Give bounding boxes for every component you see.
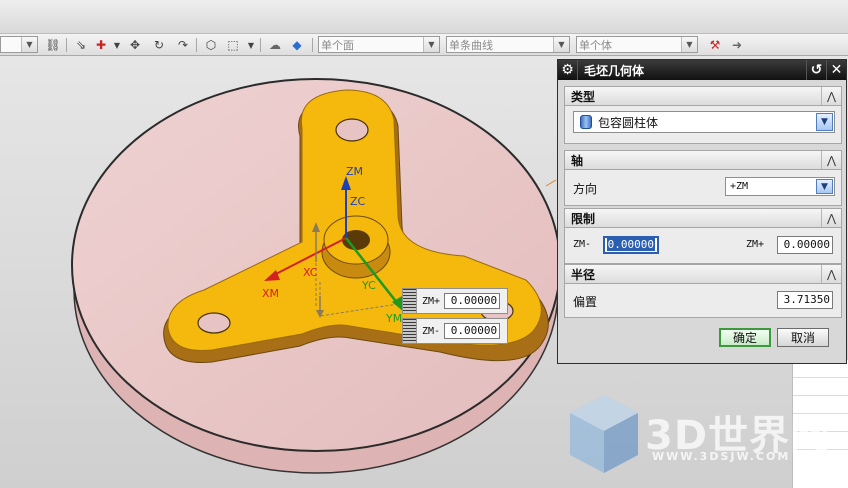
collapse-icon[interactable]: ⋀: [821, 265, 841, 283]
handle-grip[interactable]: [403, 319, 417, 343]
collapse-icon[interactable]: ⋀: [821, 151, 841, 169]
offset-label: 偏置: [573, 295, 598, 309]
rotate-icon[interactable]: ↻: [150, 36, 168, 54]
filter-combo-left[interactable]: ▼: [0, 36, 38, 53]
ym-axis-label: YM: [385, 312, 402, 325]
chevron-down-icon: ▼: [21, 37, 37, 52]
zm-minus-input[interactable]: 0.00000: [603, 236, 659, 254]
zm-minus-label: ZM-: [573, 239, 592, 250]
handle-label: ZM+: [422, 295, 441, 307]
zm-minus-handle[interactable]: ZM- 0.00000: [402, 318, 508, 344]
dialog-title: 毛坯几何体: [584, 63, 645, 78]
zm-plus-input[interactable]: 0.00000: [777, 236, 833, 254]
arrow-right-icon[interactable]: ➜: [728, 36, 746, 54]
radius-section-header[interactable]: 半径 ⋀: [564, 264, 842, 284]
chevron-down-icon: ▼: [553, 37, 569, 52]
handle-grip[interactable]: [403, 289, 417, 313]
rectangle-select-icon[interactable]: ⬚: [224, 36, 242, 54]
solid-cube-icon[interactable]: ◆: [288, 36, 306, 54]
chevron-down-icon[interactable]: ▼: [112, 36, 122, 54]
zc-axis-label: ZC: [350, 195, 366, 208]
close-icon[interactable]: ✕: [826, 60, 846, 80]
watermark-url: WWW.3DSJW.COM: [652, 450, 791, 463]
yc-axis-label: YC: [361, 279, 376, 292]
orange-edge-mark: [545, 179, 557, 187]
offset-input[interactable]: 3.71350: [777, 291, 833, 309]
direction-dropdown[interactable]: +ZM ▼: [725, 177, 835, 196]
zm-minus-handle-input[interactable]: 0.00000: [444, 323, 501, 339]
section-title: 轴: [571, 153, 584, 168]
type-section-header[interactable]: 类型 ⋀: [564, 86, 842, 106]
toolbar-separator: [312, 38, 313, 52]
axis-section: 轴 ⋀ 方向 +ZM ▼: [564, 150, 842, 206]
handle-label: ZM-: [422, 325, 441, 337]
zm-plus-label: ZM+: [746, 239, 765, 250]
section-title: 限制: [571, 211, 596, 226]
zm-plus-handle-input[interactable]: 0.00000: [444, 293, 501, 309]
curve-filter-combo[interactable]: 单条曲线 ▼: [446, 36, 570, 53]
collapse-icon[interactable]: ⋀: [821, 87, 841, 105]
shaded-body-icon[interactable]: ☁: [266, 36, 284, 54]
type-dropdown-value: 包容圆柱体: [598, 115, 659, 130]
axis-section-header[interactable]: 轴 ⋀: [564, 150, 842, 170]
chevron-down-icon: ▼: [816, 113, 833, 131]
face-filter-combo[interactable]: 单个面 ▼: [318, 36, 440, 53]
zm-plus-handle[interactable]: ZM+ 0.00000: [402, 288, 508, 314]
reset-icon[interactable]: ↺: [806, 60, 826, 80]
chevron-down-icon: ▼: [681, 37, 697, 52]
toolbar-separator: [260, 38, 261, 52]
part-hole-top: [335, 118, 369, 142]
toolbar-separator: [196, 38, 197, 52]
collapse-icon[interactable]: ⋀: [821, 209, 841, 227]
xc-axis-label: XC: [303, 266, 318, 279]
zm-axis-label: ZM: [346, 165, 363, 178]
direction-label: 方向: [573, 182, 598, 196]
dialog-title-bar[interactable]: ⚙ 毛坯几何体 ↺ ✕: [558, 60, 846, 80]
cylinder-icon: [580, 115, 592, 129]
chevron-down-icon: ▼: [816, 179, 833, 194]
type-dropdown[interactable]: 包容圆柱体 ▼: [573, 111, 835, 133]
add-point-icon[interactable]: ✚: [92, 36, 110, 54]
watermark-cube-logo: [570, 395, 638, 473]
gear-icon[interactable]: ⚙: [558, 60, 578, 80]
ok-button[interactable]: 确定: [719, 328, 771, 347]
blank-geometry-dialog: ⚙ 毛坯几何体 ↺ ✕ 类型 ⋀ 包容圆柱体 ▼ 轴 ⋀ 方向 +ZM ▼ 限制…: [557, 59, 847, 364]
filter-settings-icon[interactable]: ⚒: [706, 36, 724, 54]
snap-icon[interactable]: ⛓: [44, 36, 62, 54]
direction-value: +ZM: [730, 181, 749, 192]
cancel-button[interactable]: 取消: [777, 328, 829, 347]
body-filter-combo[interactable]: 单个体 ▼: [576, 36, 698, 53]
selection-toolbar: ▼ ⛓ ⇘ ✚ ▼ ✥ ↻ ↷ ⬡ ⬚ ▼ ☁ ◆ 单个面 ▼ 单条曲线 ▼ 单…: [0, 34, 848, 56]
toolbar-separator: [66, 38, 67, 52]
part-hole-left: [197, 312, 231, 334]
limits-section-header[interactable]: 限制 ⋀: [564, 208, 842, 228]
section-title: 类型: [571, 89, 596, 104]
pick-tool-icon[interactable]: ↷: [174, 36, 192, 54]
chevron-down-icon[interactable]: ▼: [246, 36, 256, 54]
window-top-area: [0, 0, 848, 34]
radius-section: 半径 ⋀ 偏置 3.71350: [564, 264, 842, 318]
point-select-icon[interactable]: ⇘: [72, 36, 90, 54]
zm-minus-value: 0.00000: [606, 238, 655, 251]
move-icon[interactable]: ✥: [126, 36, 144, 54]
type-section: 类型 ⋀ 包容圆柱体 ▼: [564, 86, 842, 144]
chevron-down-icon: ▼: [423, 37, 439, 52]
section-title: 半径: [571, 267, 596, 282]
polygon-select-icon[interactable]: ⬡: [202, 36, 220, 54]
xm-axis-label: XM: [262, 287, 279, 300]
limits-section: 限制 ⋀ ZM- 0.00000 ZM+ 0.00000: [564, 208, 842, 264]
